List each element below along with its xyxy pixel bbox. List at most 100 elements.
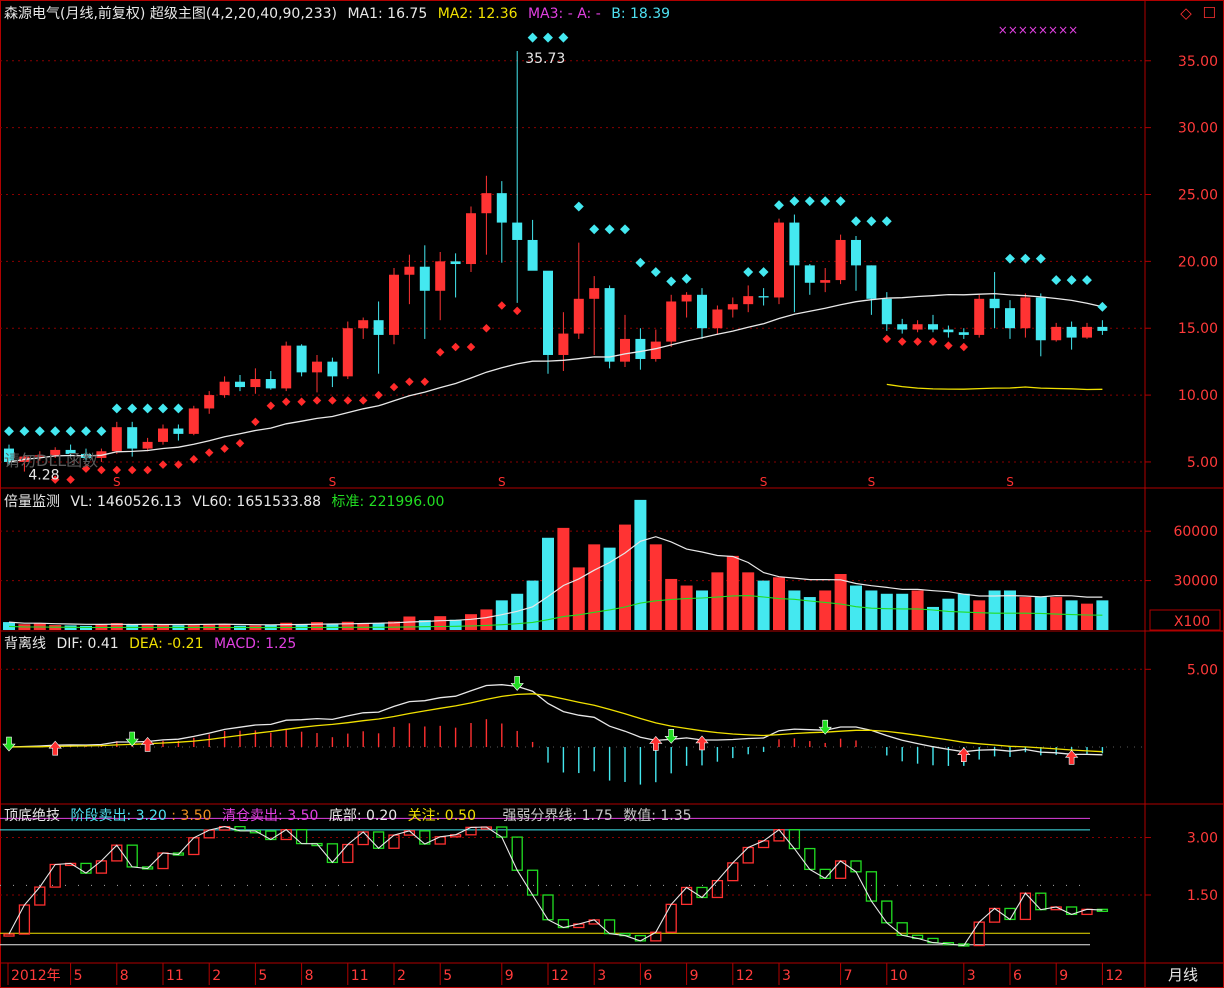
support-marker [297, 397, 306, 407]
dea-value: DEA: -0.21 [129, 636, 204, 652]
candle-body [620, 338, 630, 362]
candle-body [204, 395, 215, 409]
candle-body [281, 345, 292, 389]
candle-body [419, 266, 430, 291]
resistance-marker [65, 426, 76, 437]
diamond-icon[interactable]: ◇ [1180, 4, 1192, 22]
volume-bar [834, 574, 847, 630]
candle-body [1005, 308, 1015, 329]
dll-watermark: 请勿DLL函数 [4, 451, 98, 470]
x-axis-label: 12 [1105, 968, 1123, 984]
candle-body [265, 379, 276, 389]
x-axis-label: 2 [397, 968, 406, 984]
macd-tick-label: 5.00 [1187, 662, 1218, 678]
resistance-marker [635, 257, 646, 268]
vl-value: VL: 1460526.13 [70, 494, 182, 510]
price-tick-label: 25.00 [1178, 187, 1218, 203]
topbottom-box [696, 886, 708, 899]
candle-body [912, 324, 923, 330]
x-axis-label: 11 [351, 968, 369, 984]
window-buttons: ◇ ☐ [1174, 4, 1216, 22]
support-marker [897, 337, 907, 346]
topbottom-box [850, 860, 862, 873]
standard-value: 标准: 221996.00 [331, 494, 445, 510]
resistance-marker [527, 32, 538, 43]
macd-buy-arrow [48, 740, 62, 756]
volume-bar [942, 598, 955, 630]
candle-body [450, 261, 461, 265]
support-marker [405, 377, 414, 386]
x-axis-label: 12 [736, 968, 754, 984]
volume-bar [680, 585, 693, 630]
resistance-marker [804, 196, 815, 207]
s-signal-marker: S [868, 475, 876, 489]
resistance-marker [111, 403, 122, 414]
topbottom-box [881, 900, 893, 924]
candle-body [604, 288, 615, 362]
topbottom-box [511, 836, 523, 871]
volume-bar [711, 572, 724, 630]
topbottom-box [111, 844, 123, 862]
candle-body [943, 329, 954, 333]
topbottom-box [95, 860, 108, 874]
period-selector[interactable]: 月线 [1148, 964, 1218, 986]
support-marker [512, 306, 522, 316]
support-marker [220, 444, 229, 453]
resistance-marker [681, 273, 692, 284]
topbottom-box [865, 871, 878, 902]
volume-bar [973, 600, 986, 630]
resistance-marker [881, 216, 892, 227]
resistance-marker [589, 224, 600, 235]
macd-buy-arrow [649, 735, 663, 751]
volume-bar [788, 590, 801, 630]
resistance-marker [1035, 253, 1046, 264]
x-axis-label: 5 [443, 968, 452, 984]
support-marker [281, 397, 291, 407]
support-marker [97, 465, 106, 475]
x-axis-label: 2012年 [11, 968, 61, 984]
volume-bar [850, 585, 862, 630]
topbottom-box [342, 843, 354, 864]
bottom-value: 底部: 0.20 [328, 808, 398, 824]
maximize-icon[interactable]: ☐ [1203, 4, 1216, 22]
topbottom-box [126, 844, 138, 868]
support-marker [435, 348, 445, 357]
volume-bar [896, 593, 909, 630]
candle-body [897, 324, 908, 330]
candle-body [250, 379, 261, 388]
volume-bar [588, 544, 601, 630]
volume-bar [465, 614, 477, 630]
topbottom-tick-label: 1.50 [1187, 888, 1218, 904]
support-marker [944, 341, 953, 350]
candle-body [866, 265, 877, 299]
candle-body [774, 222, 784, 298]
topbottom-box [1035, 892, 1047, 911]
candle-body [235, 381, 245, 388]
volume-bar [1004, 590, 1016, 630]
s-signal-marker: S [760, 475, 768, 489]
resistance-marker [573, 201, 584, 212]
candle-body [681, 294, 692, 302]
volume-bar [696, 590, 708, 630]
x-axis-label: 8 [120, 968, 129, 984]
resistance-marker [666, 276, 677, 287]
candle-body [173, 428, 184, 434]
peak-price-label: 35.73 [525, 51, 565, 67]
price-tick-label: 15.00 [1178, 321, 1218, 337]
topbottom-box [773, 829, 785, 842]
volume-bar [726, 555, 739, 630]
resistance-marker [50, 426, 61, 437]
candle-body [958, 332, 969, 335]
support-marker [882, 334, 892, 344]
candle-body [974, 298, 985, 335]
candle-body [928, 324, 938, 330]
candle-body [881, 298, 892, 325]
x-axis-label: 11 [166, 968, 184, 984]
support-marker [928, 337, 938, 346]
volume-bar [649, 544, 662, 630]
support-marker [112, 465, 122, 475]
price-tick-label: 35.00 [1178, 54, 1218, 70]
volume-panel-name: 倍量监测 [4, 494, 60, 510]
candle-body [435, 261, 446, 291]
resistance-marker [758, 267, 769, 278]
